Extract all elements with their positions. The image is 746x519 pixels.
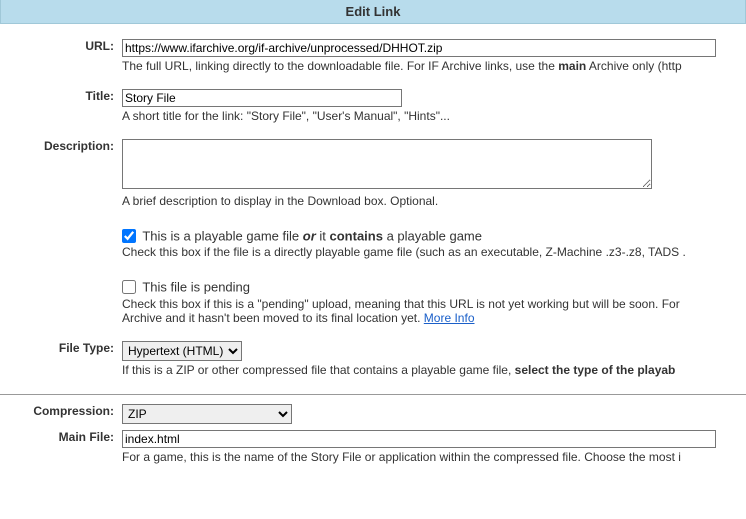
description-hint: A brief description to display in the Do…: [122, 194, 742, 208]
description-input[interactable]: [122, 139, 652, 189]
pending-label: This file is pending: [142, 280, 250, 295]
filetype-select[interactable]: Hypertext (HTML): [122, 341, 242, 361]
mainfile-label: Main File:: [0, 427, 118, 467]
pending-checkbox[interactable]: [122, 280, 136, 294]
page-title: Edit Link: [346, 4, 401, 19]
compression-label: Compression:: [0, 401, 118, 427]
title-hint: A short title for the link: "Story File"…: [122, 109, 742, 123]
title-label: Title:: [0, 86, 118, 126]
playable-label: This is a playable game file or it conta…: [142, 228, 482, 243]
edit-link-form: URL: The full URL, linking directly to t…: [0, 36, 746, 380]
more-info-link[interactable]: More Info: [424, 311, 475, 325]
mainfile-input[interactable]: [122, 430, 716, 448]
mainfile-hint: For a game, this is the name of the Stor…: [122, 450, 742, 464]
compression-section: Compression: ZIP Main File: For a game, …: [0, 401, 746, 467]
url-input[interactable]: [122, 39, 716, 57]
url-label: URL:: [0, 36, 118, 76]
url-hint: The full URL, linking directly to the do…: [122, 59, 742, 73]
section-divider: [0, 394, 746, 395]
filetype-hint: If this is a ZIP or other compressed fil…: [122, 363, 742, 377]
filetype-label: File Type:: [0, 338, 118, 380]
playable-checkbox[interactable]: [122, 229, 136, 243]
playable-hint: Check this box if the file is a directly…: [122, 245, 742, 259]
pending-hint: Check this box if this is a "pending" up…: [122, 297, 742, 325]
compression-select[interactable]: ZIP: [122, 404, 292, 424]
page-header: Edit Link: [0, 0, 746, 24]
description-label: Description:: [0, 136, 118, 211]
title-input[interactable]: [122, 89, 402, 107]
